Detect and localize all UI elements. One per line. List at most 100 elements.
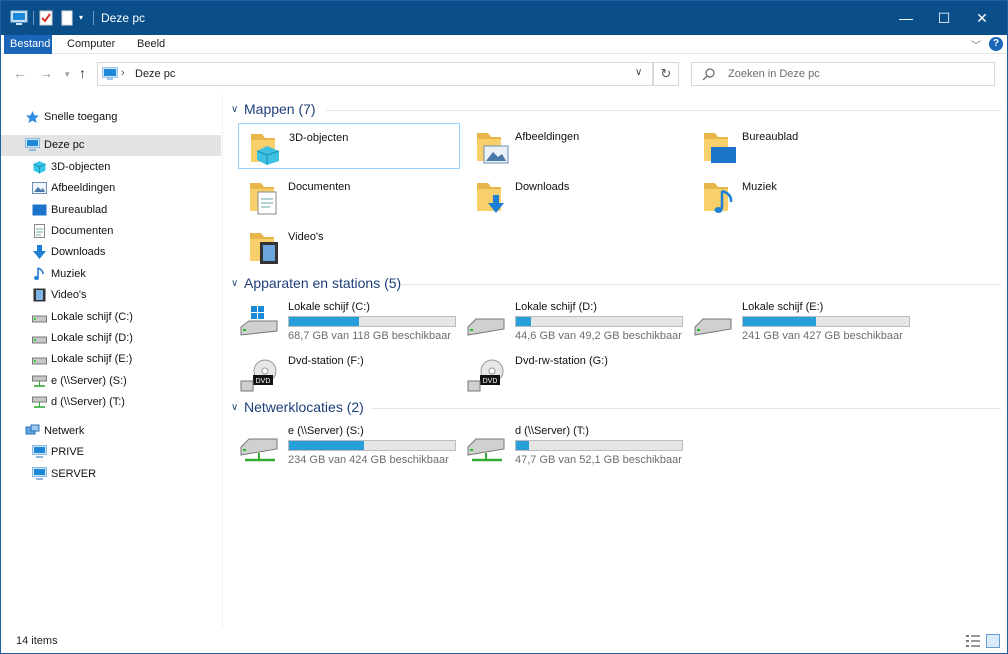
help-icon[interactable]: ?	[989, 37, 1003, 51]
close-button[interactable]: ✕	[959, 1, 1005, 35]
collapse-chevron-icon[interactable]: ∨	[231, 402, 238, 413]
address-dropdown-chevron-icon[interactable]: ∨	[635, 67, 642, 78]
folder-3d-icon	[251, 134, 280, 165]
folder-tile-muziek[interactable]: Muziek	[692, 173, 914, 219]
properties-icon[interactable]	[39, 9, 53, 27]
details-view-icon[interactable]	[965, 634, 981, 648]
up-arrow-icon[interactable]: ↑	[79, 65, 86, 81]
group-header-folders[interactable]: ∨ Mappen (7)	[231, 101, 1001, 119]
network-drive-tile-s[interactable]: e (\\Server) (S:) 234 GB van 424 GB besc…	[225, 423, 456, 471]
expand-ribbon-chevron-icon[interactable]: ﹀	[971, 37, 981, 52]
folder-tile-documenten[interactable]: Documenten	[238, 173, 460, 219]
navigation-bar: ← → ▾ ↑ › Deze pc ∨ ↻ Zoeken in Deze pc	[1, 55, 1007, 95]
drive-name: Lokale schijf (D:)	[515, 301, 597, 313]
drive-usage-fill	[516, 441, 530, 450]
folder-documents-icon	[250, 183, 277, 215]
drive-name: e (\\Server) (S:)	[288, 425, 364, 437]
address-bar[interactable]: › Deze pc ∨	[97, 62, 653, 86]
breadcrumb[interactable]: Deze pc	[135, 68, 175, 80]
sidebar-item-netwerk[interactable]: Netwerk	[1, 421, 221, 442]
item-count: 14 items	[16, 635, 58, 647]
back-arrow-icon[interactable]: ←	[13, 65, 27, 81]
drive-tile-d[interactable]: Lokale schijf (D:) 44,6 GB van 49,2 GB b…	[452, 299, 683, 347]
sidebar-item-lokale-schijf-d[interactable]: Lokale schijf (D:)	[1, 328, 221, 349]
search-input[interactable]: Zoeken in Deze pc	[691, 62, 995, 86]
folder-downloads-icon	[477, 183, 504, 213]
computer-icon	[102, 67, 118, 80]
sidebar-item-downloads[interactable]: Downloads	[1, 242, 221, 263]
sidebar-item-videos[interactable]: Video's	[1, 285, 221, 306]
network-drive-icon	[467, 438, 505, 462]
drive-usage-bar	[288, 316, 456, 327]
ribbon-tabs: Bestand Computer Beeld ﹀ ?	[1, 35, 1007, 54]
sidebar-item-afbeeldingen[interactable]: Afbeeldingen	[1, 178, 221, 199]
drive-usage-bar	[515, 316, 683, 327]
drive-tile-c[interactable]: Lokale schijf (C:) 68,7 GB van 118 GB be…	[225, 299, 456, 347]
sidebar-item-label: Lokale schijf (E:)	[51, 353, 133, 365]
sidebar-item-label: Downloads	[51, 246, 106, 258]
sidebar-item-prive[interactable]: PRIVE	[1, 442, 221, 463]
folder-tile-afbeeldingen[interactable]: Afbeeldingen	[465, 123, 687, 169]
folder-label: Video's	[288, 231, 324, 243]
sidebar-item-server-s[interactable]: e (\\Server) (S:)	[1, 371, 221, 392]
tab-beeld[interactable]: Beeld	[131, 35, 171, 54]
drive-icon	[32, 336, 47, 344]
dvd-drive-icon: DVD	[467, 359, 504, 392]
drive-name: Dvd-rw-station (G:)	[515, 355, 608, 367]
sidebar-item-label: Lokale schijf (C:)	[51, 311, 133, 323]
collapse-chevron-icon[interactable]: ∨	[231, 278, 238, 289]
refresh-button[interactable]: ↻	[653, 62, 679, 86]
drive-tile-e[interactable]: Lokale schijf (E:) 241 GB van 427 GB bes…	[679, 299, 910, 347]
sidebar-item-label: Lokale schijf (D:)	[51, 332, 133, 344]
status-bar: 14 items	[1, 629, 1007, 653]
folder-pictures-icon	[477, 133, 509, 164]
forward-arrow-icon[interactable]: →	[39, 65, 53, 81]
drive-usage-bar	[742, 316, 910, 327]
hdd-icon	[694, 318, 732, 336]
customize-toolbar-chevron-icon[interactable]: ▾	[79, 9, 89, 27]
document-icon	[34, 224, 45, 238]
sidebar-item-label: 3D-objecten	[51, 161, 111, 173]
sidebar-item-documenten[interactable]: Documenten	[1, 221, 221, 242]
sidebar-item-snelle-toegang[interactable]: Snelle toegang	[1, 107, 221, 128]
desktop-icon	[32, 204, 47, 216]
music-icon	[34, 267, 44, 280]
group-header-devices[interactable]: ∨ Apparaten en stations (5)	[231, 275, 1001, 293]
sidebar-item-3d-objecten[interactable]: 3D-objecten	[1, 157, 221, 178]
network-drive-tile-t[interactable]: d (\\Server) (T:) 47,7 GB van 52,1 GB be…	[452, 423, 683, 471]
computer-icon	[25, 138, 40, 151]
sidebar-item-server[interactable]: SERVER	[1, 464, 221, 485]
drive-size-text: 241 GB van 427 GB beschikbaar	[742, 330, 903, 342]
folder-tile-bureaublad[interactable]: Bureaublad	[692, 123, 914, 169]
sidebar-item-label: e (\\Server) (S:)	[51, 375, 127, 387]
drive-tile-g[interactable]: DVD Dvd-rw-station (G:)	[452, 353, 678, 401]
sidebar-item-label: Deze pc	[44, 139, 85, 151]
folder-videos-icon	[250, 233, 278, 264]
cube-icon	[33, 161, 46, 174]
drive-tile-f[interactable]: DVD Dvd-station (F:)	[225, 353, 451, 401]
computer-icon[interactable]	[10, 9, 28, 27]
sidebar-item-lokale-schijf-e[interactable]: Lokale schijf (E:)	[1, 349, 221, 370]
group-title: Netwerklocaties (2)	[244, 399, 364, 415]
breadcrumb-separator-icon[interactable]: ›	[121, 67, 125, 79]
sidebar-item-lokale-schijf-c[interactable]: Lokale schijf (C:)	[1, 307, 221, 328]
star-icon	[26, 111, 39, 123]
folder-label: Muziek	[742, 181, 777, 193]
group-header-network[interactable]: ∨ Netwerklocaties (2)	[231, 399, 1001, 417]
sidebar-item-muziek[interactable]: Muziek	[1, 264, 221, 285]
tab-computer[interactable]: Computer	[61, 35, 121, 54]
group-divider	[401, 284, 1001, 285]
sidebar-item-deze-pc[interactable]: Deze pc	[1, 135, 221, 156]
tiles-view-icon[interactable]	[986, 634, 1000, 648]
sidebar-item-server-t[interactable]: d (\\Server) (T:)	[1, 392, 221, 413]
recent-locations-chevron-icon[interactable]: ▾	[65, 69, 70, 80]
sidebar-item-bureaublad[interactable]: Bureaublad	[1, 200, 221, 221]
collapse-chevron-icon[interactable]: ∨	[231, 104, 238, 115]
new-folder-icon[interactable]	[61, 9, 73, 27]
tab-bestand[interactable]: Bestand	[4, 35, 52, 54]
folder-tile-downloads[interactable]: Downloads	[465, 173, 687, 219]
folder-tile-3d-objecten[interactable]: 3D-objecten	[238, 123, 460, 169]
title-bar[interactable]: ▾ Deze pc — ☐ ✕	[1, 1, 1007, 35]
folder-tile-videos[interactable]: Video's	[238, 223, 460, 269]
navigation-pane: Snelle toegang Deze pc 3D-objecten Afbee…	[1, 95, 223, 629]
